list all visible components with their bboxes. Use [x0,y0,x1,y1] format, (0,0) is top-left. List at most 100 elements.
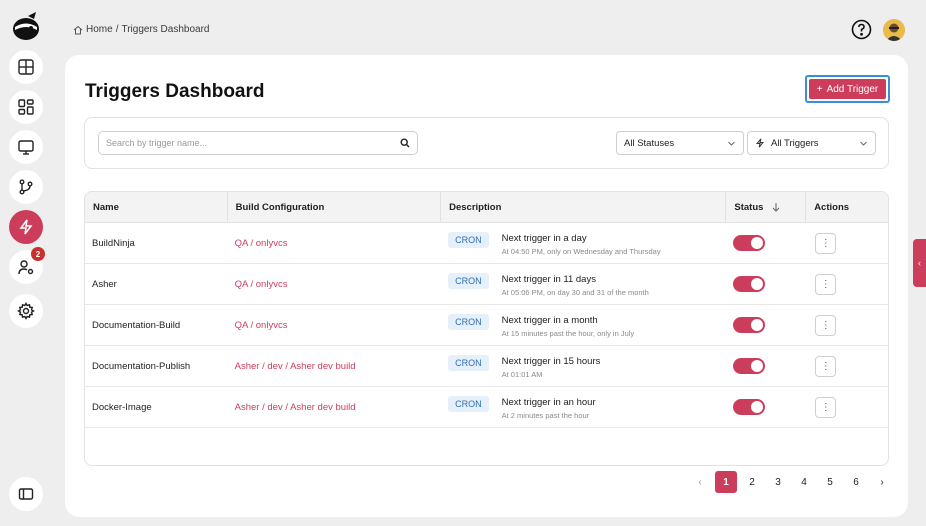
chevron-down-icon [860,141,867,146]
add-trigger-button[interactable]: + Add Trigger [805,75,890,103]
sidebar: 2 [0,0,52,526]
column-header-name: Name [85,192,228,222]
schedule-text: At 15 minutes past the hour, only in Jul… [501,329,635,338]
actions-cell: ⋮ [806,387,888,427]
pagination-next-button[interactable]: › [871,471,893,493]
build-configuration-link[interactable]: Asher / dev / Asher dev build [228,346,441,386]
pagination-prev-button[interactable]: ‹ [689,471,711,493]
status-cell [726,387,806,427]
logo-icon[interactable] [10,10,42,42]
status-cell [726,223,806,263]
trigger-description: CRON Next trigger in 15 hours At 01:01 AM [441,346,726,386]
row-actions-button[interactable]: ⋮ [815,232,837,254]
sidebar-item-vcs[interactable] [9,170,43,204]
status-toggle[interactable] [733,317,766,333]
column-header-actions: Actions [814,201,850,213]
home-icon [73,25,83,34]
column-header-build: Build Configuration [228,192,442,222]
trigger-type-badge: CRON [448,355,489,371]
next-trigger-text: Next trigger in 15 hours [501,356,601,367]
trigger-name: Documentation-Publish [92,360,191,372]
trigger-type-select[interactable]: All Triggers [747,131,876,155]
pagination-page-3[interactable]: 3 [767,471,789,493]
page-title: Triggers Dashboard [85,81,265,102]
sidebar-item-triggers[interactable] [9,210,43,244]
pagination-page-1[interactable]: 1 [715,471,737,493]
breadcrumb-separator: / [115,24,119,35]
status-toggle[interactable] [733,276,766,292]
trigger-name: BuildNinja [92,237,135,249]
git-branch-icon [19,179,33,195]
avatar[interactable] [883,19,905,41]
chevron-left-icon: ‹ [918,258,921,268]
status-cell [726,305,806,345]
row-actions-button[interactable]: ⋮ [815,396,837,418]
sidebar-item-settings[interactable] [9,294,43,328]
sidebar-toggle-icon [18,488,34,500]
trigger-type-select-value: All Triggers [771,137,819,149]
sidebar-item-users[interactable]: 2 [9,247,45,284]
gear-icon [17,302,35,320]
build-configuration-link[interactable]: QA / onlyvcs [228,305,441,345]
breadcrumb: Home / Triggers Dashboard [73,24,209,35]
main-card: Triggers Dashboard + Add Trigger All Sta… [65,55,908,517]
actions-cell: ⋮ [806,346,888,386]
row-actions-button[interactable]: ⋮ [815,314,837,336]
build-configuration-link[interactable]: QA / onlyvcs [228,223,441,263]
column-header-status-label: Status [734,201,764,213]
pagination-page-5[interactable]: 5 [819,471,841,493]
column-header-description: Description [441,192,727,222]
next-trigger-text: Next trigger in a day [501,233,587,244]
row-actions-button[interactable]: ⋮ [815,273,837,295]
sidebar-item-dashboard[interactable] [9,50,43,84]
actions-cell: ⋮ [806,223,888,263]
build-configuration-link[interactable]: QA / onlyvcs [228,264,441,304]
next-trigger-text: Next trigger in a month [501,315,598,326]
next-trigger-text: Next trigger in an hour [501,397,596,408]
schedule-text: At 05:06 PM, on day 30 and 31 of the mon… [501,288,649,297]
bolt-icon [19,219,33,235]
trigger-description: CRON Next trigger in an hour At 2 minutes … [441,387,726,427]
table-header: Name Build Configuration Description Sta… [85,192,888,223]
column-header-status[interactable]: Status [726,192,807,222]
trigger-type-badge: CRON [448,273,489,289]
trigger-description: CRON Next trigger in 11 days At 05:06 PM, … [441,264,726,304]
status-cell [726,346,806,386]
sidebar-item-widgets[interactable] [9,90,43,124]
schedule-text: At 01:01 AM [501,370,543,379]
trigger-name: Asher [92,278,117,290]
search-icon[interactable] [400,138,410,148]
status-cell [726,264,806,304]
table-row: Documentation-Build QA / onlyvcs CRON Next … [85,305,888,346]
sidebar-item-agents[interactable] [9,130,43,164]
status-toggle[interactable] [733,235,766,251]
pagination-page-2[interactable]: 2 [741,471,763,493]
breadcrumb-current: Triggers Dashboard [121,24,210,35]
side-panel-toggle[interactable]: ‹ [913,239,926,287]
plus-icon: + [816,83,823,95]
notification-badge: 2 [31,247,45,261]
trigger-name: Docker-Image [92,401,152,413]
breadcrumb-home[interactable]: Home [86,24,113,35]
row-actions-button[interactable]: ⋮ [815,355,837,377]
status-select[interactable]: All Statuses [616,131,744,155]
trigger-type-badge: CRON [448,396,489,412]
pagination-page-6[interactable]: 6 [845,471,867,493]
next-trigger-text: Next trigger in 11 days [501,274,596,285]
table-row: Asher QA / onlyvcs CRON Next trigger in 11 … [85,264,888,305]
table-row: Docker-Image Asher / dev / Asher dev buil… [85,387,888,428]
triggers-table: Name Build Configuration Description Sta… [84,191,889,466]
trigger-name: Documentation-Build [92,319,181,331]
actions-cell: ⋮ [806,264,888,304]
chevron-down-icon [728,141,735,146]
pagination-page-4[interactable]: 4 [793,471,815,493]
user-settings-icon [18,260,34,275]
sort-arrow-down-icon[interactable] [771,202,781,212]
sidebar-collapse-button[interactable] [9,477,43,511]
status-toggle[interactable] [733,358,766,374]
filter-bar: All Statuses All Triggers [84,117,889,169]
search-input[interactable] [106,138,400,148]
status-toggle[interactable] [733,399,766,415]
help-icon[interactable] [851,19,872,40]
build-configuration-link[interactable]: Asher / dev / Asher dev build [228,387,441,427]
